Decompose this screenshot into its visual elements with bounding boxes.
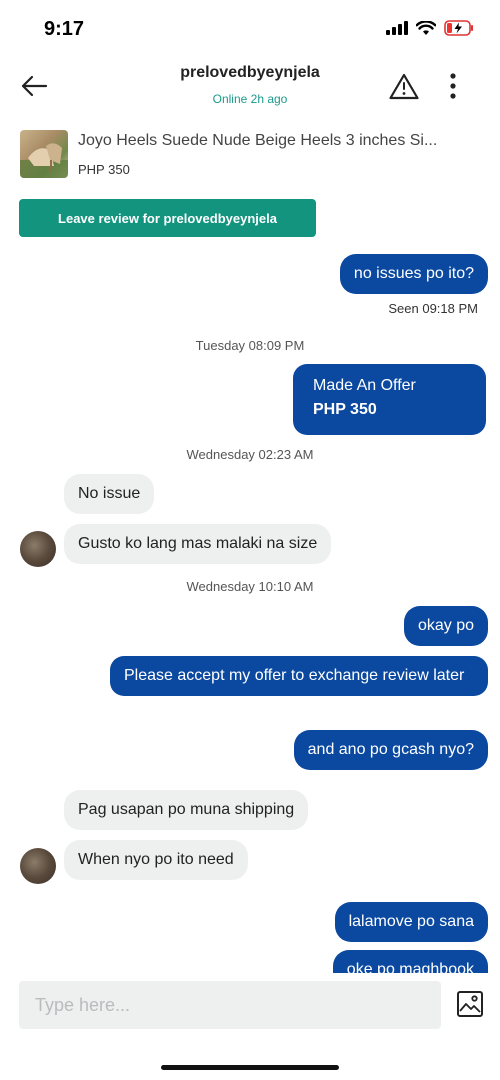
listing-thumbnail — [20, 130, 68, 178]
outgoing-message: oke po maghbook — [332, 950, 488, 973]
seller-username[interactable]: prelovedbyeynjela — [0, 64, 500, 82]
incoming-message: Gusto ko lang mas malaki na size — [64, 524, 332, 564]
offer-price: PHP 350 — [313, 401, 377, 418]
image-attach-icon — [457, 991, 483, 1017]
listing-title: Joyo Heels Suede Nude Beige Heels 3 inch… — [78, 132, 438, 149]
incoming-message: No issue — [64, 474, 155, 514]
wifi-icon — [416, 20, 436, 35]
listing-preview[interactable]: Joyo Heels Suede Nude Beige Heels 3 inch… — [20, 128, 480, 180]
more-vertical-icon — [450, 73, 456, 99]
outgoing-message: Please accept my offer to exchange revie… — [110, 656, 488, 696]
leave-review-button[interactable]: Leave review for prelovedbyeynjela — [19, 199, 316, 237]
date-separator: Tuesday 08:09 PM — [195, 338, 305, 353]
status-bar: 9:17 — [0, 0, 500, 56]
home-indicator — [161, 1065, 339, 1070]
outgoing-message: lalamove po sana — [334, 902, 488, 942]
online-status: Online 2h ago — [212, 92, 288, 106]
report-button[interactable] — [386, 68, 422, 104]
listing-price: PHP 350 — [78, 162, 130, 177]
warning-triangle-icon — [389, 73, 419, 99]
outgoing-message: and ano po gcash nyo? — [293, 730, 488, 770]
incoming-message: When nyo po ito need — [64, 840, 248, 880]
battery-low-charging-icon — [444, 20, 473, 36]
offer-title: Made An Offer — [313, 377, 416, 394]
more-options-button[interactable] — [438, 68, 468, 104]
cellular-signal-icon — [386, 21, 408, 35]
incoming-message: Pag usapan po muna shipping — [64, 790, 309, 830]
chat-header: prelovedbyeynjela Online 2h ago — [0, 56, 500, 116]
attach-image-button[interactable] — [455, 989, 485, 1019]
message-input[interactable] — [19, 981, 441, 1029]
seller-avatar[interactable] — [20, 531, 56, 567]
date-separator: Wednesday 10:10 AM — [186, 579, 314, 594]
outgoing-message: okay po — [403, 606, 488, 646]
seller-avatar[interactable] — [20, 848, 56, 884]
seen-receipt: Seen 09:18 PM — [388, 301, 478, 316]
status-time: 9:17 — [44, 18, 85, 40]
status-icons — [386, 20, 474, 36]
date-separator: Wednesday 02:23 AM — [186, 447, 314, 462]
chat-messages[interactable]: no issues po ito? Seen 09:18 PM Tuesday … — [0, 248, 500, 973]
offer-message[interactable]: Made An Offer PHP 350 — [293, 364, 486, 435]
outgoing-message: no issues po ito? — [339, 254, 488, 294]
